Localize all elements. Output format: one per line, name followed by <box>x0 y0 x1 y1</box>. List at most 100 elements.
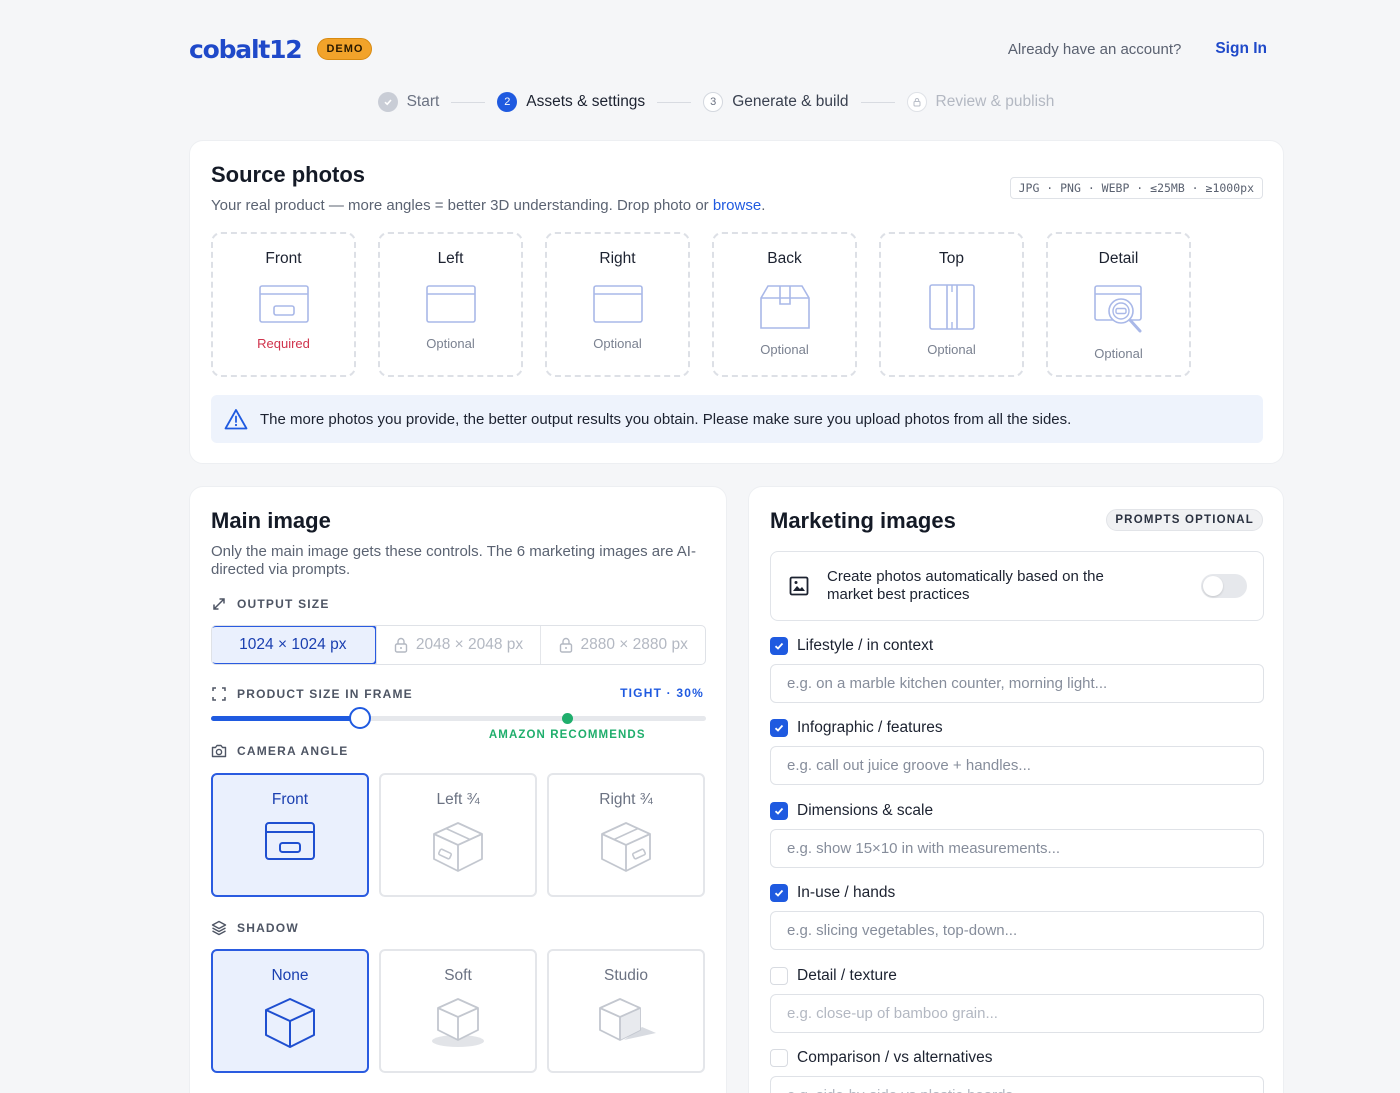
step-divider <box>657 101 692 103</box>
step-review: Review & publish <box>906 92 1054 112</box>
lock-icon <box>394 637 408 653</box>
slider-handle[interactable] <box>348 707 371 729</box>
slot-label: Top <box>939 250 964 267</box>
slot-status: Optional <box>1094 346 1143 361</box>
step-label: Assets & settings <box>526 93 646 110</box>
infographic-checkbox[interactable] <box>770 719 788 737</box>
shadow-heading: SHADOW <box>211 920 299 936</box>
photo-slot-back[interactable]: Back Optional <box>712 232 857 377</box>
step-start[interactable]: Start <box>377 92 440 112</box>
info-notice: The more photos you provide, the better … <box>211 395 1263 443</box>
angle-front[interactable]: Front <box>211 773 369 897</box>
auto-create-row: Create photos automatically based on the… <box>770 551 1264 621</box>
prompt-label: Lifestyle / in context <box>797 637 934 654</box>
step-label: Start <box>406 93 440 110</box>
slot-label: Detail <box>1098 250 1139 267</box>
in-use-prompt-input[interactable] <box>770 911 1264 950</box>
auto-create-toggle[interactable] <box>1201 574 1247 598</box>
section-title: Marketing images <box>770 508 956 533</box>
size-label: 2880 × 2880 px <box>580 636 688 653</box>
camera-angle-heading: CAMERA ANGLE <box>211 744 349 758</box>
account-area: Already have an account? Sign In <box>1008 40 1267 58</box>
logo[interactable]: cobalt12 <box>189 35 303 64</box>
photo-slot-left[interactable]: Left Optional <box>378 232 523 377</box>
magnifier-icon <box>1093 285 1142 333</box>
prompt-head: Lifestyle / in context <box>770 637 1264 655</box>
detail-checkbox[interactable] <box>770 967 788 985</box>
marketing-images-card: Marketing images PROMPTS OPTIONAL Create… <box>748 486 1284 1093</box>
prompt-in-use: In-use / hands <box>770 884 1264 950</box>
shadow-option-label: Studio <box>604 967 648 984</box>
slot-status: Optional <box>426 336 475 351</box>
sign-in-link[interactable]: Sign In <box>1215 40 1267 58</box>
shadow-studio[interactable]: Studio <box>547 949 705 1073</box>
slot-status: Optional <box>593 336 642 351</box>
prompt-label: Comparison / vs alternatives <box>797 1049 993 1066</box>
dimensions-prompt-input[interactable] <box>770 829 1264 868</box>
prompt-head: Dimensions & scale <box>770 802 1264 820</box>
prompt-head: Infographic / features <box>770 719 1264 737</box>
in-use-checkbox[interactable] <box>770 884 788 902</box>
shadow-option-label: Soft <box>444 967 472 984</box>
prompt-label: In-use / hands <box>797 884 896 901</box>
comparison-prompt-input[interactable] <box>770 1076 1264 1093</box>
section-subtitle: Only the main image gets these controls.… <box>211 543 696 578</box>
shadow-options: None Soft Studio <box>211 949 705 1073</box>
box-front-icon <box>265 822 315 860</box>
product-size-slider[interactable] <box>211 707 706 729</box>
camera-icon <box>211 744 227 758</box>
progress-stepper: Start 2 Assets & settings 3 Generate & b… <box>0 92 1400 112</box>
shadow-soft[interactable]: Soft <box>379 949 537 1073</box>
cube-studio-shadow-icon <box>599 998 656 1041</box>
size-label: 1024 × 1024 px <box>239 636 347 653</box>
angle-right-three-quarter[interactable]: Right ¾ <box>547 773 705 897</box>
shadow-none[interactable]: None <box>211 949 369 1073</box>
prompt-lifestyle: Lifestyle / in context <box>770 637 1264 703</box>
photo-slot-right[interactable]: Right Optional <box>545 232 690 377</box>
step-assets[interactable]: 2 Assets & settings <box>497 92 645 112</box>
prompt-label: Dimensions & scale <box>797 802 934 819</box>
angle-label: Front <box>271 791 309 808</box>
section-title: Source photos <box>211 162 366 187</box>
photo-slot-top[interactable]: Top Optional <box>879 232 1024 377</box>
prompt-dimensions: Dimensions & scale <box>770 802 1264 868</box>
slot-status: Optional <box>927 342 976 357</box>
section-subtitle: Your real product — more angles = better… <box>211 197 765 215</box>
step-divider <box>860 101 895 103</box>
size-option-1024[interactable]: 1024 × 1024 px <box>212 626 377 664</box>
angle-left-three-quarter[interactable]: Left ¾ <box>379 773 537 897</box>
box-3d-right-icon <box>601 822 651 872</box>
dimensions-checkbox[interactable] <box>770 802 788 820</box>
photo-slots: Front Required Left Optional Right Optio… <box>211 232 1191 377</box>
cube-soft-shadow-icon <box>432 998 484 1047</box>
notice-text: The more photos you provide, the better … <box>260 410 1072 428</box>
angle-label: Right ¾ <box>599 791 653 808</box>
prompt-head: Detail / texture <box>770 967 1264 985</box>
product-size-heading: PRODUCT SIZE IN FRAME <box>211 686 413 702</box>
check-icon <box>774 889 784 897</box>
lifestyle-checkbox[interactable] <box>770 637 788 655</box>
recommended-label: AMAZON RECOMMENDS <box>488 729 646 741</box>
infographic-prompt-input[interactable] <box>770 746 1264 785</box>
photo-slot-front[interactable]: Front Required <box>211 232 356 377</box>
lifestyle-prompt-input[interactable] <box>770 664 1264 703</box>
top-bar: cobalt12 DEMO Already have an account? S… <box>189 34 1267 64</box>
size-option-2048: 2048 × 2048 px <box>375 626 541 664</box>
prompt-head: In-use / hands <box>770 884 1264 902</box>
source-photos-card: Source photos Your real product — more a… <box>189 140 1284 464</box>
subtitle-text: Your real product — more angles = better… <box>211 197 709 214</box>
check-icon <box>774 642 784 650</box>
output-size-selector: 1024 × 1024 px 2048 × 2048 px 2880 × 288… <box>211 625 706 665</box>
product-size-value: TIGHT · 30% <box>620 686 704 700</box>
comparison-checkbox[interactable] <box>770 1049 788 1067</box>
prompt-label: Detail / texture <box>797 967 897 984</box>
slot-label: Right <box>599 250 636 267</box>
main-image-card: Main image Only the main image gets thes… <box>189 486 727 1093</box>
step-generate[interactable]: 3 Generate & build <box>703 92 849 112</box>
cube-icon <box>265 998 315 1048</box>
browse-link[interactable]: browse <box>713 197 761 214</box>
photo-slot-detail[interactable]: Detail Optional <box>1046 232 1191 377</box>
detail-prompt-input[interactable] <box>770 994 1264 1033</box>
camera-angle-options: Front Left ¾ Right ¾ <box>211 773 705 897</box>
prompts-optional-badge: PROMPTS OPTIONAL <box>1106 509 1263 531</box>
